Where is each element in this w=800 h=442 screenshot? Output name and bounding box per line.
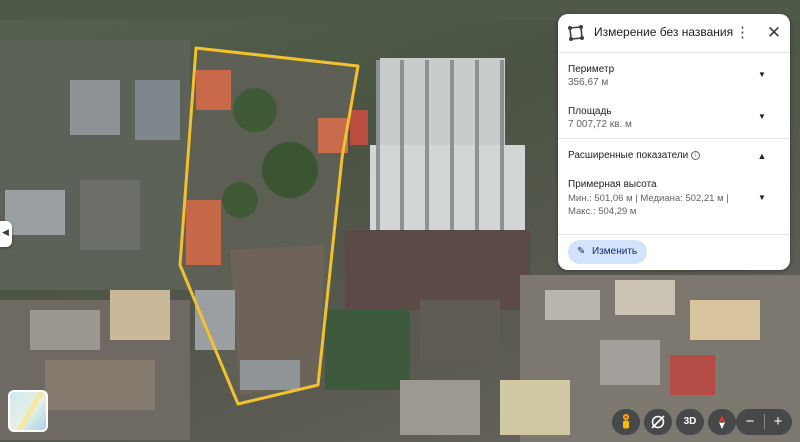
chevron-up-icon: ▲ bbox=[757, 151, 767, 161]
view-3d-button[interactable]: 3D bbox=[676, 409, 704, 435]
dropdown-caret-icon: ▼ bbox=[758, 193, 766, 202]
divider bbox=[558, 52, 790, 53]
height-row[interactable]: Примерная высота Мин.: 501,06 м | Медиан… bbox=[558, 179, 790, 223]
edit-button-label: Изменить bbox=[592, 246, 638, 257]
measurement-panel: Измерение без названия ⋮ ✕ Периметр 356,… bbox=[558, 14, 790, 270]
area-value: 7 007,72 кв. м bbox=[568, 119, 632, 130]
compass-icon bbox=[719, 415, 725, 429]
perimeter-label: Периметр bbox=[568, 64, 615, 75]
area-row[interactable]: Площадь 7 007,72 кв. м ▼ bbox=[558, 102, 790, 138]
measure-polygon-icon bbox=[568, 25, 584, 41]
height-value: Мин.: 501,06 м | Медиана: 502,21 м | Мак… bbox=[568, 193, 729, 217]
street-view-button[interactable] bbox=[612, 409, 640, 435]
tilt-button[interactable] bbox=[644, 409, 672, 435]
compass-button[interactable] bbox=[708, 409, 736, 435]
map-layers-thumbnail bbox=[13, 392, 44, 430]
divider bbox=[558, 234, 790, 235]
panel-header: Измерение без названия ⋮ ✕ bbox=[558, 14, 790, 52]
zoom-controls: − + bbox=[736, 409, 792, 435]
pencil-icon: ✎ bbox=[577, 246, 586, 257]
pegman-icon bbox=[623, 414, 629, 429]
edit-button[interactable]: ✎ Изменить bbox=[568, 240, 647, 264]
zoom-in-button[interactable]: + bbox=[764, 409, 792, 435]
height-label: Примерная высота bbox=[568, 179, 657, 190]
advanced-metrics-toggle[interactable]: Расширенные показатели i ▲ bbox=[558, 144, 790, 168]
panel-title: Измерение без названия bbox=[594, 25, 734, 39]
map-layers-button[interactable] bbox=[8, 390, 48, 432]
collapse-side-panel-button[interactable]: ◀ bbox=[0, 221, 12, 247]
area-label: Площадь bbox=[568, 106, 612, 117]
info-icon[interactable]: i bbox=[691, 151, 701, 160]
tilt-icon bbox=[651, 415, 665, 429]
dropdown-caret-icon: ▼ bbox=[758, 70, 766, 79]
dropdown-caret-icon: ▼ bbox=[758, 112, 766, 121]
advanced-metrics-heading: Расширенные показатели i bbox=[568, 150, 701, 161]
zoom-out-button[interactable]: − bbox=[736, 409, 764, 435]
chevron-left-icon: ◀ bbox=[2, 227, 9, 237]
perimeter-value: 356,67 м bbox=[568, 77, 609, 88]
more-vert-icon[interactable]: ⋮ bbox=[735, 23, 750, 43]
divider bbox=[558, 138, 790, 139]
close-icon[interactable]: ✕ bbox=[765, 23, 783, 43]
advanced-metrics-label: Расширенные показатели bbox=[568, 150, 689, 161]
perimeter-row[interactable]: Периметр 356,67 м ▼ bbox=[558, 60, 790, 96]
